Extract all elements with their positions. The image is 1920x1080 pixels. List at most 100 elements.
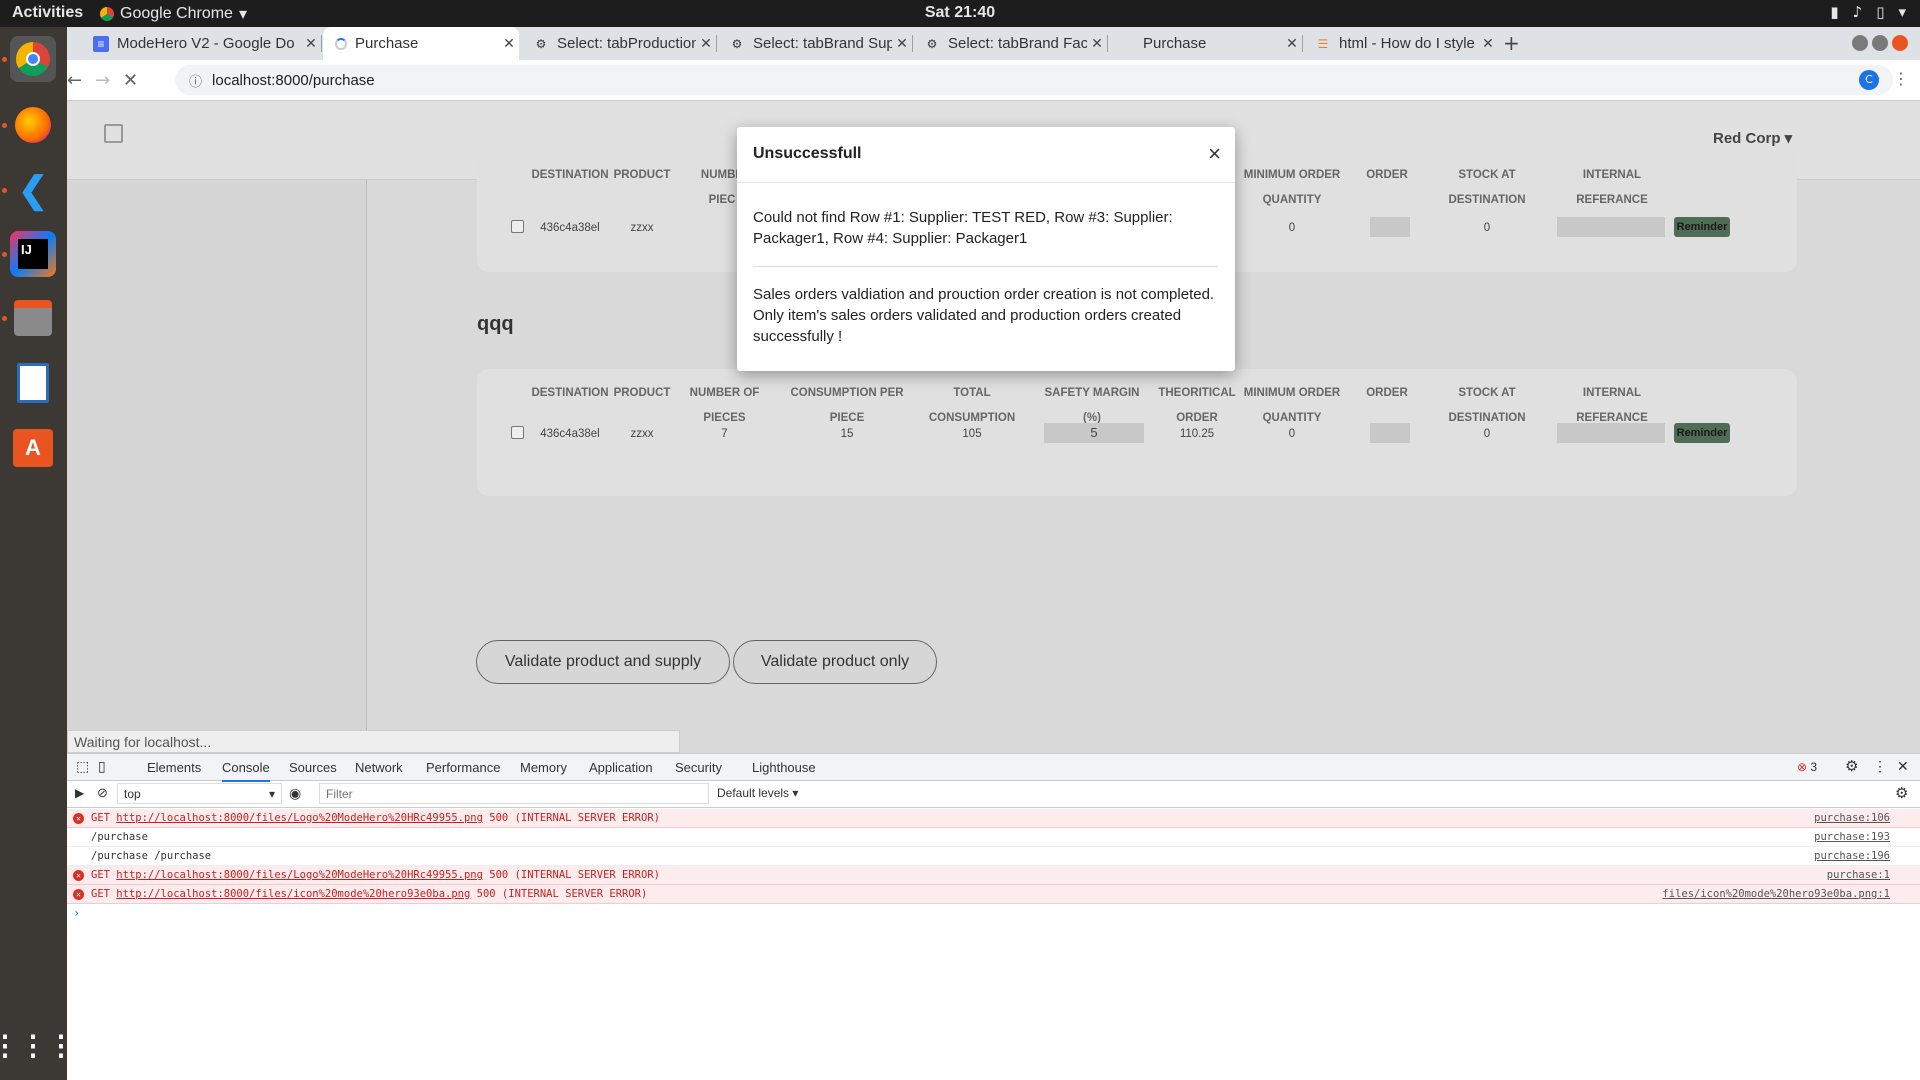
console-source-link[interactable]: purchase:1 <box>1827 866 1890 885</box>
error-count-badge[interactable]: ⊗ 3 <box>1797 760 1817 774</box>
col-internal: INTERNAL REFERANCE <box>1576 169 1648 206</box>
running-indicator <box>2 188 7 193</box>
new-tab-button[interactable]: + <box>1503 31 1520 55</box>
console-url-link[interactable]: http://localhost:8000/files/Logo%20ModeH… <box>116 869 483 881</box>
close-window-button[interactable] <box>1892 35 1908 51</box>
tab-elements[interactable]: Elements <box>147 760 201 775</box>
files-dock-icon[interactable] <box>10 295 56 341</box>
forward-button[interactable]: → <box>95 70 110 91</box>
tab-network[interactable]: Network <box>355 760 403 775</box>
profile-avatar[interactable]: C <box>1859 70 1879 90</box>
internal-reference-input[interactable] <box>1557 217 1665 237</box>
firefox-dock-icon[interactable] <box>10 102 56 148</box>
close-tab-icon[interactable]: ✕ <box>1087 35 1107 52</box>
back-button[interactable]: ← <box>67 70 82 91</box>
tab-brand-supplier[interactable]: ⚙Select: tabBrand Supplier✕ <box>717 27 913 60</box>
error-icon: ✕ <box>73 889 84 900</box>
console-filter-input[interactable] <box>319 783 709 804</box>
console-settings-icon[interactable]: ⚙ <box>1895 784 1908 802</box>
internal-reference-input[interactable] <box>1557 423 1665 443</box>
cell-theoretical: 110.25 <box>1179 428 1215 440</box>
row-checkbox[interactable] <box>511 426 524 439</box>
vscode-dock-icon[interactable]: ❮ <box>10 167 56 213</box>
cell-total: 105 <box>962 428 982 440</box>
tab-sources[interactable]: Sources <box>289 760 337 775</box>
log-levels-dropdown[interactable]: Default levels ▾ <box>717 786 798 800</box>
order-input[interactable] <box>1370 217 1410 237</box>
modal-message-secondary: Sales orders valdiation and prouction or… <box>753 286 1215 345</box>
cell-stock: 0 <box>1483 222 1491 234</box>
row-checkbox[interactable] <box>511 220 524 233</box>
running-indicator <box>2 123 7 128</box>
inspect-icon[interactable]: ⬚ <box>76 758 89 775</box>
tab-security[interactable]: Security <box>675 760 722 775</box>
sidebar <box>67 180 367 753</box>
software-center-dock-icon[interactable]: A <box>10 425 56 471</box>
context-select[interactable]: top ▾ <box>117 783 282 804</box>
validate-product-only-button[interactable]: Validate product only <box>733 640 937 684</box>
maximize-button[interactable] <box>1872 35 1888 51</box>
battery-icon: ▯ <box>1876 3 1885 21</box>
more-options-icon[interactable]: ⋮ <box>1873 758 1887 775</box>
console-source-link[interactable]: files/icon%20mode%20hero93e0ba.png:1 <box>1662 885 1890 904</box>
col-order: ORDER <box>1366 387 1408 399</box>
tab-console[interactable]: Console <box>222 760 270 782</box>
chevron-down-icon: ▾ <box>268 787 275 801</box>
tab-strip: ≡ ModeHero V2 - Google Do ✕ Purchase ✕ ⚙ Sel… <box>67 27 1920 60</box>
validate-product-and-supply-button[interactable]: Validate product and supply <box>476 640 730 684</box>
chrome-dock-icon[interactable] <box>10 36 56 82</box>
tab-brand-factory[interactable]: ⚙Select: tabBrand Factory✕ <box>912 27 1108 60</box>
minimize-button[interactable] <box>1852 35 1868 51</box>
reminder-button[interactable]: Reminder <box>1674 423 1730 443</box>
console-source-link[interactable]: purchase:106 <box>1814 809 1890 828</box>
console-prompt[interactable]: › <box>73 906 80 920</box>
console-url-link[interactable]: http://localhost:8000/files/Logo%20ModeH… <box>116 812 483 824</box>
tab-lighthouse[interactable]: Lighthouse <box>752 760 816 775</box>
tab-application[interactable]: Application <box>589 760 653 775</box>
close-tab-icon[interactable]: ✕ <box>892 35 912 52</box>
settings-gear-icon[interactable]: ⚙ <box>1845 757 1858 775</box>
console-source-link[interactable]: purchase:193 <box>1814 828 1890 847</box>
col-stock: STOCK AT DESTINATION <box>1448 387 1526 424</box>
writer-dock-icon[interactable] <box>10 360 56 406</box>
order-input[interactable] <box>1370 423 1410 443</box>
menu-kebab-icon[interactable]: ⋮ <box>1893 69 1909 88</box>
info-icon[interactable]: ⓘ <box>189 71 202 90</box>
stop-loading-button[interactable]: ✕ <box>123 70 138 91</box>
company-dropdown[interactable]: Red Corp ▾ <box>1713 129 1792 147</box>
console-error-row: ✕ GET http://localhost:8000/files/Logo%2… <box>67 809 1920 828</box>
device-toggle-icon[interactable]: ▯ <box>98 758 106 775</box>
sidebar-toggle-icon[interactable]: ▶ <box>75 786 84 800</box>
close-icon[interactable]: × <box>1208 141 1221 167</box>
close-tab-icon[interactable]: ✕ <box>696 35 716 52</box>
network-icon: ▮ <box>1830 3 1839 21</box>
close-tab-icon[interactable]: ✕ <box>301 35 321 52</box>
address-bar[interactable]: ⓘ localhost:8000/purchase ☆ <box>175 65 1893 95</box>
tab-modehero-docs[interactable]: ≡ ModeHero V2 - Google Do ✕ <box>81 27 322 60</box>
close-tab-icon[interactable]: ✕ <box>499 35 519 52</box>
reminder-button[interactable]: Reminder <box>1674 217 1730 237</box>
error-icon: ✕ <box>73 813 84 824</box>
eye-icon[interactable]: ◉ <box>289 785 301 802</box>
console-error-row: ✕ GET http://localhost:8000/files/Logo%2… <box>67 866 1920 885</box>
devtools-panel: ⬚ ▯ Elements Console Sources Network Per… <box>67 753 1920 1080</box>
intellij-dock-icon[interactable]: IJ <box>10 231 56 277</box>
tab-purchase[interactable]: Purchase ✕ <box>1107 27 1303 60</box>
show-apps-icon[interactable]: ⋮⋮⋮ <box>0 1022 75 1068</box>
console-source-link[interactable]: purchase:196 <box>1814 847 1890 866</box>
tab-stackoverflow[interactable]: ☰html - How do I style a <se✕ <box>1303 27 1498 60</box>
clear-console-icon[interactable]: ⊘ <box>97 785 108 801</box>
col-pieces: NUMBER OF PIECES <box>689 387 760 424</box>
console-url-link[interactable]: http://localhost:8000/files/icon%20mode%… <box>116 888 470 900</box>
safety-margin-input[interactable]: 5 <box>1044 423 1144 443</box>
close-devtools-icon[interactable]: ✕ <box>1897 758 1909 775</box>
clock[interactable]: Sat 21:40 <box>0 4 1920 22</box>
tab-memory[interactable]: Memory <box>520 760 567 775</box>
tab-performance[interactable]: Performance <box>426 760 500 775</box>
tab-purchase-active[interactable]: Purchase ✕ <box>323 27 519 60</box>
system-tray[interactable]: ▮ ♪ ▯ ▾ <box>1830 3 1906 21</box>
close-tab-icon[interactable]: ✕ <box>1282 35 1302 52</box>
error-icon: ✕ <box>73 870 84 881</box>
tab-production-factory[interactable]: ⚙Select: tabProduction Fac✕ <box>521 27 717 60</box>
close-tab-icon[interactable]: ✕ <box>1478 35 1498 52</box>
